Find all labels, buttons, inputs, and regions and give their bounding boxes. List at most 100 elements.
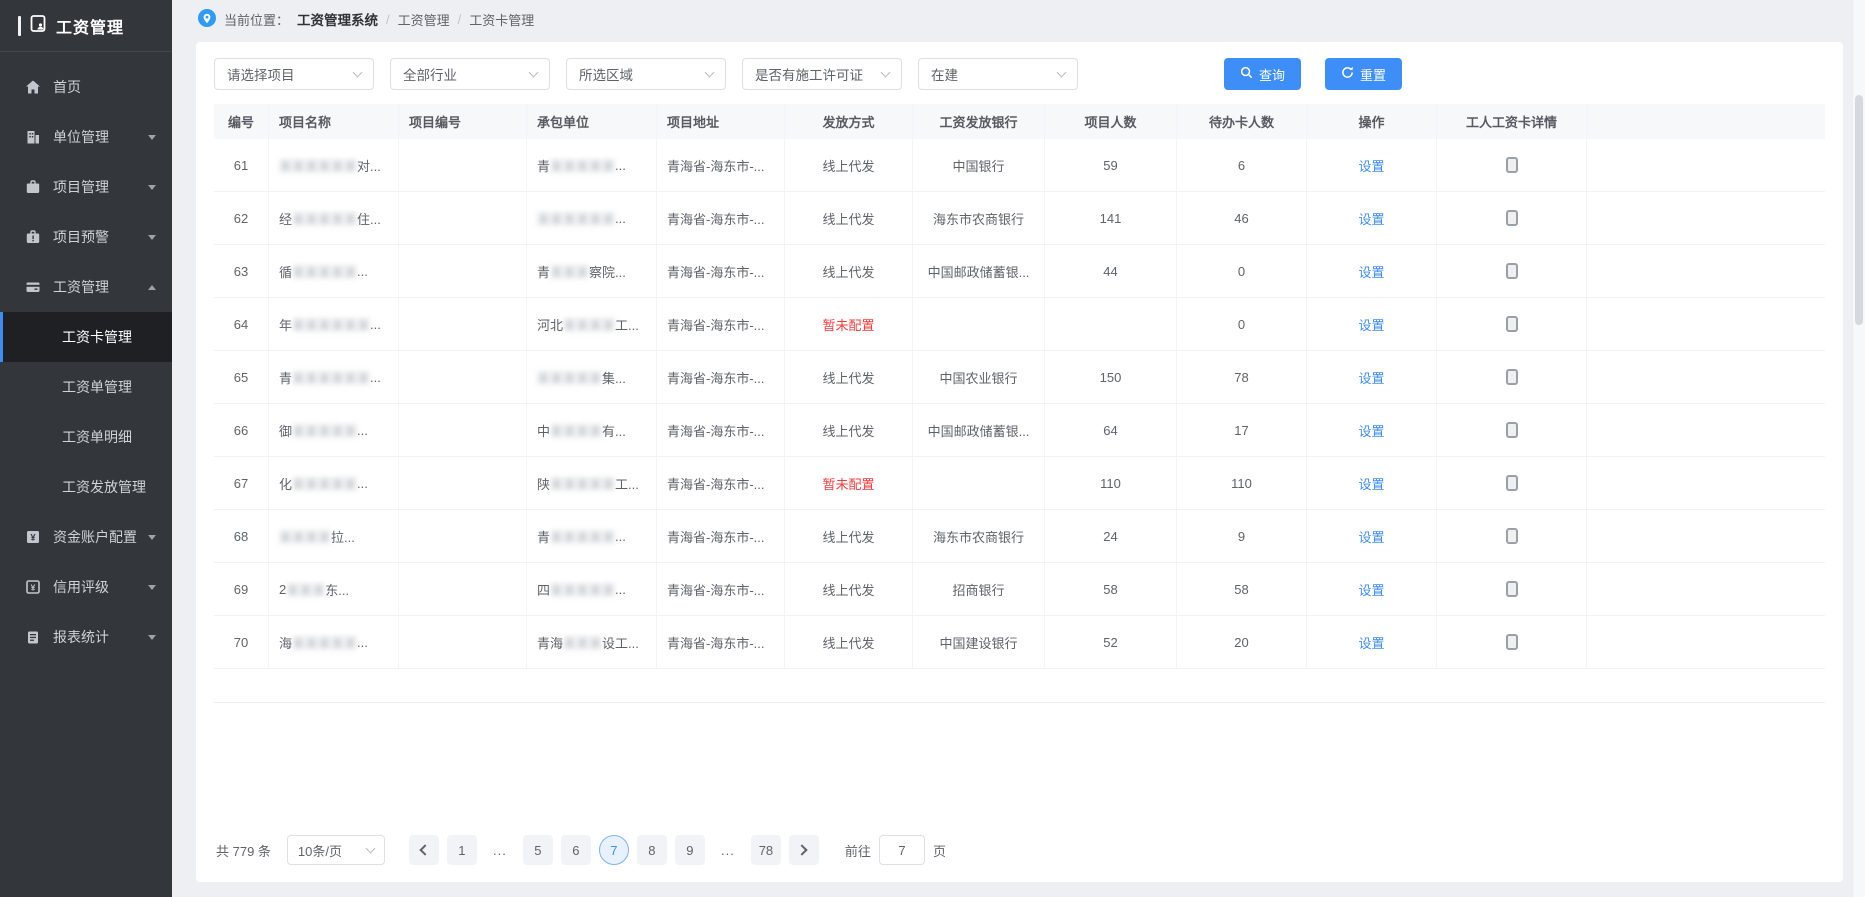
goto-page-input[interactable] <box>879 835 925 865</box>
settings-link[interactable]: 设置 <box>1358 315 1384 334</box>
project-name-suffix: 拉... <box>331 527 355 546</box>
search-icon <box>1240 66 1253 82</box>
search-button[interactable]: 查询 <box>1224 58 1301 90</box>
settings-link[interactable]: 设置 <box>1358 156 1384 175</box>
industry-select[interactable]: 全部行业 <box>390 58 550 90</box>
settings-link[interactable]: 设置 <box>1358 421 1384 440</box>
contractor-clear: 中 <box>537 421 550 440</box>
page-button[interactable]: 9 <box>675 835 705 865</box>
pay-method: 线上代发 <box>785 563 913 615</box>
page-button[interactable]: 78 <box>751 835 781 865</box>
sidebar-item-wage-issue-mgmt[interactable]: 工资发放管理 <box>0 462 172 512</box>
contractor-clear: 河北 <box>537 315 563 334</box>
sidebar-item-fund-account[interactable]: ¥ 资金账户配置 <box>0 512 172 562</box>
settings-link[interactable]: 设置 <box>1358 262 1384 281</box>
pending-card-count: 46 <box>1177 192 1307 244</box>
settings-link[interactable]: 设置 <box>1358 368 1384 387</box>
sidebar-item-wages[interactable]: 工资管理 <box>0 262 172 312</box>
contractor-redacted: 某某某 <box>563 633 602 652</box>
svg-text:¥: ¥ <box>30 533 35 543</box>
worker-card-detail-cell <box>1437 351 1587 403</box>
sidebar-item-projects[interactable]: 项目管理 <box>0 162 172 212</box>
table-body: 61 某某某某某某对... 青某某某某某... 青海省-海东市-... 线上代发… <box>214 139 1825 669</box>
sidebar-item-payroll-detail[interactable]: 工资单明细 <box>0 412 172 462</box>
project-address: 青海省-海东市-... <box>657 139 785 191</box>
scrollbar-thumb[interactable] <box>1855 95 1863 325</box>
settings-link[interactable]: 设置 <box>1358 633 1384 652</box>
contractor-suffix: 工... <box>615 315 639 334</box>
prev-page-button[interactable] <box>409 835 439 865</box>
page-button[interactable]: 7 <box>599 835 629 865</box>
project-name-clear: 年 <box>279 315 292 334</box>
card-detail-icon[interactable] <box>1506 369 1518 385</box>
card-detail-icon[interactable] <box>1506 581 1518 597</box>
contractor-suffix: 察院... <box>589 262 626 281</box>
pay-method: 线上代发 <box>785 139 913 191</box>
filler-cell <box>1587 139 1825 191</box>
worker-card-detail-cell <box>1437 510 1587 562</box>
page-size-select[interactable]: 10条/页 <box>287 835 385 865</box>
project-name-suffix: ... <box>370 370 381 385</box>
contractor: 河北某某某某工... <box>527 298 657 350</box>
contractor: 某某某某某某... <box>527 192 657 244</box>
project-name-redacted: 某某某某某 <box>292 262 357 281</box>
refresh-icon <box>1341 66 1354 82</box>
page-button[interactable]: 5 <box>523 835 553 865</box>
card-detail-icon[interactable] <box>1506 210 1518 226</box>
card-detail-icon[interactable] <box>1506 157 1518 173</box>
project-name: 御某某某某某... <box>269 404 399 456</box>
page-button[interactable]: 1 <box>447 835 477 865</box>
reset-button[interactable]: 重置 <box>1325 58 1402 90</box>
contractor-redacted: 某某某某 <box>550 421 602 440</box>
page-button[interactable]: 8 <box>637 835 667 865</box>
status-select-value: 在建 <box>931 64 958 84</box>
chevron-down-icon <box>148 585 156 590</box>
page-size-value: 10条/页 <box>298 841 342 860</box>
chevron-down-icon <box>148 235 156 240</box>
worker-card-detail-cell <box>1437 457 1587 509</box>
breadcrumb-root[interactable]: 工资管理系统 <box>297 9 378 29</box>
card-detail-icon[interactable] <box>1506 263 1518 279</box>
project-select[interactable]: 请选择项目 <box>214 58 374 90</box>
card-detail-icon[interactable] <box>1506 634 1518 650</box>
card-detail-icon[interactable] <box>1506 422 1518 438</box>
card-detail-icon[interactable] <box>1506 528 1518 544</box>
sidebar-item-reports[interactable]: 报表统计 <box>0 612 172 662</box>
settings-link[interactable]: 设置 <box>1358 209 1384 228</box>
project-headcount <box>1045 298 1177 350</box>
status-select[interactable]: 在建 <box>918 58 1078 90</box>
project-name-suffix: 东... <box>325 580 349 599</box>
briefcase-icon <box>24 179 41 196</box>
row-number: 61 <box>214 139 269 191</box>
settings-link[interactable]: 设置 <box>1358 474 1384 493</box>
sidebar-item-units[interactable]: 单位管理 <box>0 112 172 162</box>
project-code <box>399 616 527 668</box>
card-detail-icon[interactable] <box>1506 316 1518 332</box>
card-detail-icon[interactable] <box>1506 475 1518 491</box>
permit-select[interactable]: 是否有施工许可证 <box>742 58 902 90</box>
next-page-button[interactable] <box>789 835 819 865</box>
page-button[interactable]: 6 <box>561 835 591 865</box>
project-code <box>399 457 527 509</box>
region-select[interactable]: 所选区域 <box>566 58 726 90</box>
breadcrumb-item[interactable]: 工资卡管理 <box>469 10 534 29</box>
pending-card-count: 20 <box>1177 616 1307 668</box>
pay-method: 线上代发 <box>785 192 913 244</box>
chevron-down-icon <box>1057 68 1067 78</box>
table-empty-strip <box>214 669 1825 703</box>
worker-card-detail-cell <box>1437 616 1587 668</box>
sidebar-item-label: 单位管理 <box>53 127 148 147</box>
spacer <box>214 703 1825 834</box>
table-row: 62 经某某某某某住... 某某某某某某... 青海省-海东市-... 线上代发… <box>214 192 1825 245</box>
sidebar-item-credit-rating[interactable]: ¥ 信用评级 <box>0 562 172 612</box>
actions-cell: 设置 <box>1307 457 1437 509</box>
pay-bank: 中国邮政储蓄银... <box>913 404 1045 456</box>
sidebar-item-project-alerts[interactable]: 项目预警 <box>0 212 172 262</box>
settings-link[interactable]: 设置 <box>1358 527 1384 546</box>
sidebar-item-home[interactable]: 首页 <box>0 62 172 112</box>
sidebar-item-payroll-mgmt[interactable]: 工资单管理 <box>0 362 172 412</box>
sidebar-item-wage-card-mgmt[interactable]: 工资卡管理 <box>0 312 172 362</box>
settings-link[interactable]: 设置 <box>1358 580 1384 599</box>
breadcrumb-item[interactable]: 工资管理 <box>398 10 450 29</box>
wages-submenu: 工资卡管理 工资单管理 工资单明细 工资发放管理 <box>0 312 172 512</box>
